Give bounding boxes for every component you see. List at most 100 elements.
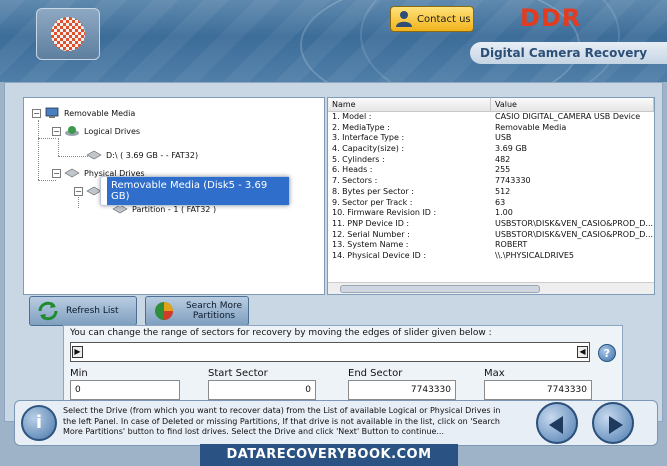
collapse-toggle[interactable]: − [74,186,83,196]
computer-icon [45,107,59,118]
main-panel: − Removable Media − Logical Drives D:\ (… [4,82,663,422]
selected-drive-label: Removable Media (Disk5 - 3.69 GB) [107,177,289,205]
table-row[interactable]: 2. MediaType : Removable Media [328,123,654,134]
property-name: 6. Heads : [332,165,373,175]
slider-left-handle[interactable]: ▶ [72,346,83,358]
table-row[interactable]: 1. Model : CASIO DIGITAL_CAMERA USB Devic… [328,112,654,123]
property-value: 7743330 [495,176,531,186]
property-value: ROBERT [495,240,528,250]
search-more-partitions-label: Search More Partitions [185,301,243,321]
property-name: 3. Interface Type : [332,133,405,143]
property-name: 8. Bytes per Sector : [332,186,414,196]
globe-drive-icon [65,126,79,136]
start-sector-field[interactable]: 0 [208,380,316,400]
refresh-list-label: Refresh List [66,306,119,316]
grid-body: 1. Model : CASIO DIGITAL_CAMERA USB Devic… [328,112,654,262]
tree-item-label: D:\ ( 3.69 GB - - FAT32) [106,150,199,160]
property-name: 10. Firmware Revision ID : [332,208,437,218]
right-arrow-icon [609,416,623,434]
property-value: 63 [495,197,506,207]
property-name: 4. Capacity(size) : [332,144,405,154]
table-row[interactable]: 13. System Name : ROBERT [328,240,654,251]
property-name: 2. MediaType : [332,122,390,132]
slider-right-handle[interactable]: ◀ [577,346,588,358]
person-icon [396,11,412,27]
scrollbar-thumb[interactable] [340,285,540,293]
property-value: 3.69 GB [495,144,528,154]
property-value: Removable Media [495,122,567,132]
selected-drive-highlight[interactable]: Removable Media (Disk5 - 3.69 GB) [100,176,290,206]
property-value: 512 [495,186,511,196]
table-row[interactable]: 10. Firmware Revision ID : 1.00 [328,208,654,219]
table-row[interactable]: 14. Physical Device ID : \\.\PHYSICALDRIV… [328,251,654,262]
sector-range-panel: You can change the range of sectors for … [63,325,623,407]
property-name: 9. Sector per Track : [332,197,413,207]
brand-logo: DDR [520,4,582,32]
min-label: Min [70,368,88,379]
back-button[interactable] [536,402,578,444]
max-label: Max [484,368,505,379]
min-field: 0 [70,380,180,400]
drive-icon [86,150,102,160]
property-name: 1. Model : [332,112,372,121]
drive-tree[interactable]: − Removable Media − Logical Drives D:\ (… [23,97,325,295]
property-name: 14. Physical Device ID : [332,250,427,260]
product-title: Digital Camera Recovery [470,42,667,64]
pie-chart-icon [155,302,173,320]
collapse-toggle[interactable]: − [32,108,41,118]
search-more-partitions-button[interactable]: Search More Partitions [145,296,249,326]
table-row[interactable]: 3. Interface Type : USB [328,133,654,144]
property-value: USB [495,133,512,143]
table-row[interactable]: 6. Heads : 255 [328,165,654,176]
left-arrow-icon [549,416,563,434]
property-name: 13. System Name : [332,240,409,250]
checker-globe-icon [51,17,85,51]
sector-range-slider[interactable]: ▶ ◀ [70,342,590,362]
refresh-icon [38,301,58,321]
max-field: 7743330 [484,380,592,400]
tree-item-logical-drives[interactable]: − Logical Drives [52,124,140,138]
header: Contact us DDR Digital Camera Recovery [0,0,667,82]
collapse-toggle[interactable]: − [52,126,61,136]
table-row[interactable]: 4. Capacity(size) : 3.69 GB [328,144,654,155]
drive-properties-grid[interactable]: Name Value 1. Model : CASIO DIGITAL_CAMER… [327,97,655,295]
tree-item-d-drive[interactable]: D:\ ( 3.69 GB - - FAT32) [86,148,198,162]
property-name: 12. Serial Number : [332,229,410,239]
instructions-text: Select the Drive (from which you want to… [63,406,501,436]
tree-item-label: Logical Drives [84,126,141,136]
property-value: USBSTOR\DISK&VEN_CASIO&PROD_D... [495,218,654,228]
property-name: 5. Cylinders : [332,154,385,164]
info-icon: i [21,405,57,441]
tree-item-label: Removable Media [64,108,136,118]
property-name: 11. PNP Device ID : [332,218,410,228]
property-value: 482 [495,154,511,164]
help-icon[interactable]: ? [598,344,616,362]
table-row[interactable]: 7. Sectors : 7743330 [328,176,654,187]
collapse-toggle[interactable]: − [52,168,61,178]
column-header-name[interactable]: Name [328,98,491,111]
column-header-value[interactable]: Value [491,98,654,111]
table-row[interactable]: 12. Serial Number : USBSTOR\DISK&VEN_CASI… [328,230,654,241]
property-name: 7. Sectors : [332,176,378,186]
end-sector-field[interactable]: 7743330 [348,380,456,400]
slider-caption: You can change the range of sectors for … [70,328,492,338]
property-value: CASIO DIGITAL_CAMERA USB Device [495,112,641,121]
app-logo [36,8,100,60]
next-button[interactable] [592,402,634,444]
grid-header: Name Value [328,98,654,112]
start-sector-label: Start Sector [208,368,268,379]
property-value: 1.00 [495,208,513,218]
tree-item-removable-media[interactable]: − Removable Media [32,106,135,120]
table-row[interactable]: 11. PNP Device ID : USBSTOR\DISK&VEN_CASI… [328,219,654,230]
contact-us-label: Contact us [417,13,471,25]
table-row[interactable]: 5. Cylinders : 482 [328,155,654,166]
property-value: USBSTOR\DISK&VEN_CASIO&PROD_D... [495,229,654,239]
table-row[interactable]: 8. Bytes per Sector : 512 [328,187,654,198]
refresh-list-button[interactable]: Refresh List [29,296,137,326]
footer-website: DATARECOVERYBOOK.COM [200,444,458,466]
horizontal-scrollbar[interactable] [328,282,654,294]
end-sector-label: End Sector [348,368,403,379]
table-row[interactable]: 9. Sector per Track : 63 [328,198,654,209]
contact-us-button[interactable]: Contact us [390,6,474,32]
drive-icon [64,168,80,178]
